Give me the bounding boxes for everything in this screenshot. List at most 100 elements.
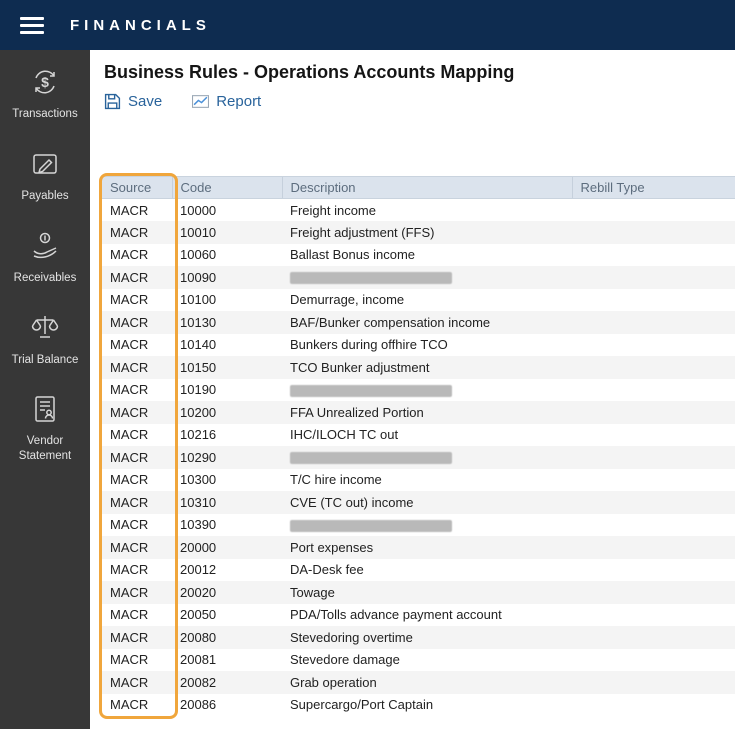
rebill-type-cell xyxy=(572,266,735,289)
code-cell: 20000 xyxy=(180,539,217,555)
redacted-text xyxy=(290,384,452,397)
table-row[interactable]: MACR 10100 Demurrage, income xyxy=(102,289,735,312)
description-cell: TCO Bunker adjustment xyxy=(290,359,430,375)
table-row[interactable]: MACR 10200 FFA Unrealized Portion xyxy=(102,401,735,424)
code-cell: 20020 xyxy=(180,584,217,600)
column-header-source[interactable]: Source xyxy=(102,176,172,199)
table-row[interactable]: MACR 20080 Stevedoring overtime xyxy=(102,626,735,649)
rebill-type-cell xyxy=(572,559,735,582)
source-cell: MACR xyxy=(110,247,149,263)
source-cell: MACR xyxy=(110,292,149,308)
sidebar-item-trial-balance[interactable]: Trial Balance xyxy=(6,311,84,367)
menu-icon[interactable] xyxy=(20,16,44,34)
column-header-code[interactable]: Code xyxy=(171,176,282,199)
source-cell: MACR xyxy=(110,269,149,285)
rebill-type-cell xyxy=(572,334,735,357)
main-content: Business Rules - Operations Accounts Map… xyxy=(90,50,735,729)
source-cell: MACR xyxy=(110,337,149,353)
source-cell: MACR xyxy=(110,539,149,555)
report-label: Report xyxy=(216,93,262,110)
save-icon xyxy=(104,93,121,110)
accounts-table: Source Code Description Rebill Type MACR… xyxy=(99,173,735,719)
table-row[interactable]: MACR 10300 T/C hire income xyxy=(102,469,735,492)
source-cell: MACR xyxy=(110,562,149,578)
description-cell: Port expenses xyxy=(290,539,374,555)
description-cell: Freight adjustment (FFS) xyxy=(290,224,435,240)
source-cell: MACR xyxy=(110,517,149,533)
table-row[interactable]: MACR 20012 DA-Desk fee xyxy=(102,559,735,582)
table-row[interactable]: MACR 10390 xyxy=(102,514,735,537)
source-cell: MACR xyxy=(110,629,149,645)
column-header-rebill-type[interactable]: Rebill Type xyxy=(571,176,735,199)
report-chart-icon xyxy=(192,93,210,110)
table-row[interactable]: MACR 20082 Grab operation xyxy=(102,671,735,694)
table-row[interactable]: MACR 10130 BAF/Bunker compensation incom… xyxy=(102,311,735,334)
sidebar-item-vendor-statement[interactable]: Vendor Statement xyxy=(6,393,84,463)
code-cell: 10010 xyxy=(180,224,217,240)
description-cell: Supercargo/Port Captain xyxy=(290,697,434,713)
sidebar-item-transactions[interactable]: $ Transactions xyxy=(6,66,84,122)
top-bar: FINANCIALS xyxy=(0,0,735,50)
rebill-type-cell xyxy=(572,514,735,537)
rebill-type-cell xyxy=(572,491,735,514)
description-cell: T/C hire income xyxy=(290,472,382,488)
code-cell: 10140 xyxy=(180,337,217,353)
code-cell: 10150 xyxy=(180,359,217,375)
vendor-statement-icon xyxy=(29,393,61,429)
rebill-type-cell xyxy=(572,581,735,604)
table-row[interactable]: MACR 20020 Towage xyxy=(102,581,735,604)
description-cell: IHC/ILOCH TC out xyxy=(290,427,399,443)
table-row[interactable]: MACR 10290 xyxy=(102,446,735,469)
source-cell: MACR xyxy=(110,382,149,398)
source-cell: MACR xyxy=(110,359,149,375)
table-row[interactable]: MACR 20081 Stevedore damage xyxy=(102,649,735,672)
rebill-type-cell xyxy=(572,356,735,379)
source-cell: MACR xyxy=(110,472,149,488)
source-cell: MACR xyxy=(110,202,149,218)
table-row[interactable]: MACR 10216 IHC/ILOCH TC out xyxy=(102,424,735,447)
table-row[interactable]: MACR 10010 Freight adjustment (FFS) xyxy=(102,221,735,244)
table-row[interactable]: MACR 20050 PDA/Tolls advance payment acc… xyxy=(102,604,735,627)
report-button[interactable]: Report xyxy=(192,93,261,110)
code-cell: 10200 xyxy=(180,404,217,420)
description-cell: Ballast Bonus income xyxy=(290,247,416,263)
table-row[interactable]: MACR 10190 xyxy=(102,379,735,402)
code-cell: 10190 xyxy=(180,382,217,398)
page-title: Business Rules - Operations Accounts Map… xyxy=(104,62,515,82)
description-cell xyxy=(282,266,572,289)
rebill-type-cell xyxy=(572,199,735,222)
source-cell: MACR xyxy=(110,607,149,623)
table-row[interactable]: MACR 20000 Port expenses xyxy=(102,536,735,559)
table-row[interactable]: MACR 10150 TCO Bunker adjustment xyxy=(102,356,735,379)
code-cell: 20012 xyxy=(180,562,217,578)
column-header-description[interactable]: Description xyxy=(281,176,572,199)
rebill-type-cell xyxy=(572,311,735,334)
source-cell: MACR xyxy=(110,697,149,713)
sidebar-item-receivables[interactable]: Receivables xyxy=(6,230,84,286)
table-row[interactable]: MACR 10060 Ballast Bonus income xyxy=(102,244,735,267)
sidebar-item-label: Vendor Statement xyxy=(18,435,72,462)
save-button[interactable]: Save xyxy=(104,93,162,110)
rebill-type-cell xyxy=(572,694,735,717)
source-cell: MACR xyxy=(110,584,149,600)
description-cell: BAF/Bunker compensation income xyxy=(290,314,491,330)
code-cell: 10060 xyxy=(180,247,217,263)
table-row[interactable]: MACR 10090 xyxy=(102,266,735,289)
rebill-type-cell xyxy=(572,221,735,244)
rebill-type-cell xyxy=(572,424,735,447)
source-cell: MACR xyxy=(110,494,149,510)
code-cell: 10310 xyxy=(180,494,217,510)
redacted-text xyxy=(290,452,452,465)
table-row[interactable]: MACR 10000 Freight income xyxy=(102,199,735,222)
redacted-text xyxy=(290,272,452,285)
table-row[interactable]: MACR 10140 Bunkers during offhire TCO xyxy=(102,334,735,357)
table-row[interactable]: MACR 20086 Supercargo/Port Captain xyxy=(102,694,735,717)
description-cell: Demurrage, income xyxy=(290,292,405,308)
description-cell: Stevedoring overtime xyxy=(290,629,413,645)
source-cell: MACR xyxy=(110,652,149,668)
save-label: Save xyxy=(128,93,163,110)
sidebar-item-payables[interactable]: Payables xyxy=(6,148,84,204)
rebill-type-cell xyxy=(572,289,735,312)
table-row[interactable]: MACR 10310 CVE (TC out) income xyxy=(102,491,735,514)
sidebar-item-label: Payables xyxy=(21,190,69,203)
